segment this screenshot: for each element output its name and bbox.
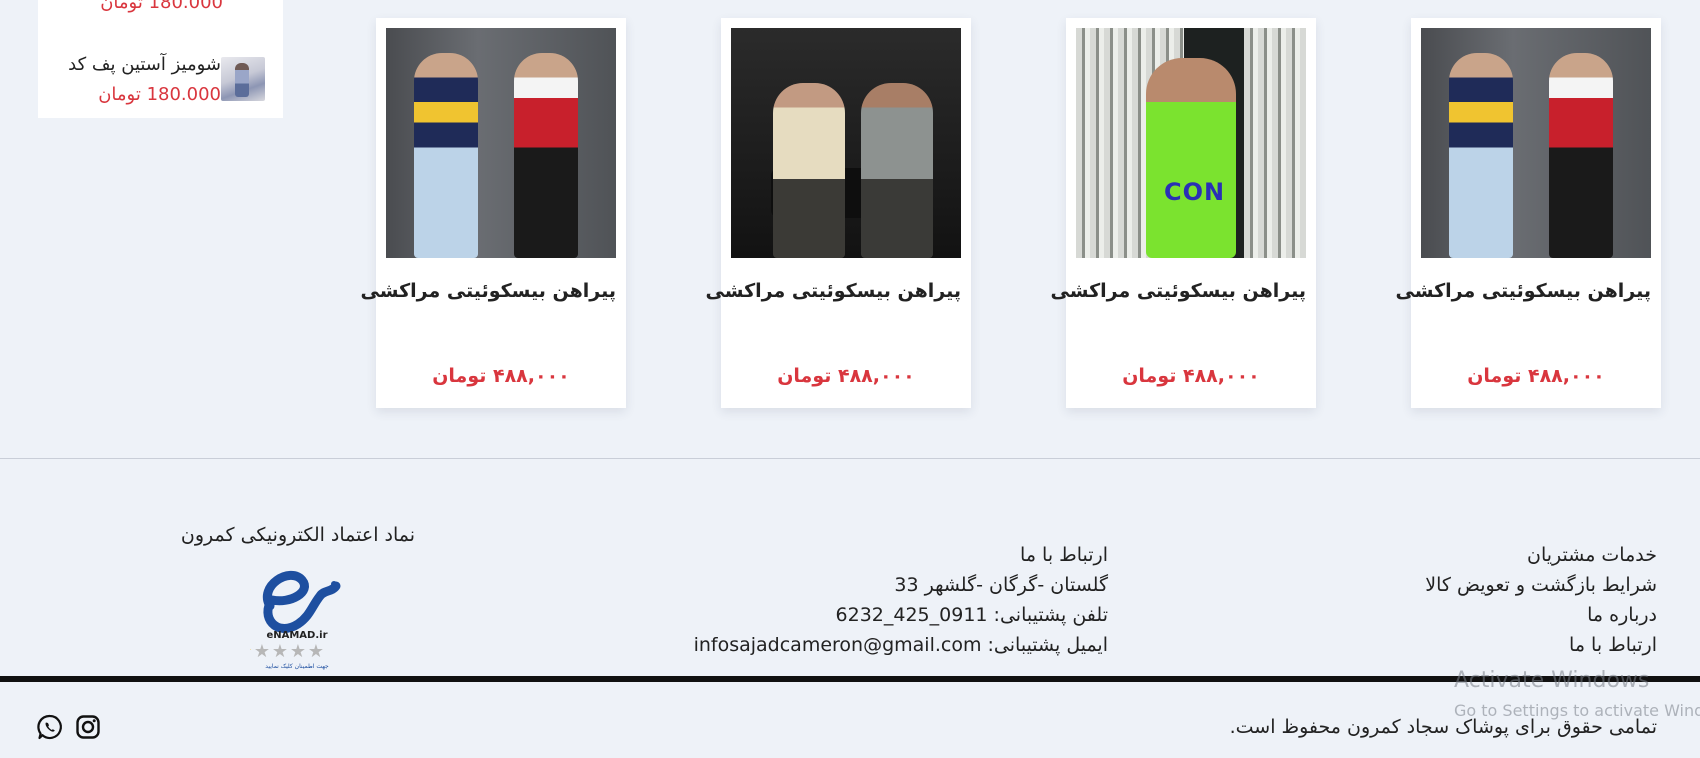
- copyright-text: تمامی حقوق برای پوشاک سجاد کمرون محفوظ ا…: [1229, 716, 1657, 738]
- footer-services: خدمات مشتریان شرایط بازگشت و تعویض کالا …: [1425, 540, 1657, 660]
- product-title[interactable]: پیراهن بیسکوئیتی مراکشی: [1051, 280, 1306, 302]
- sidebar-cut-price: 180.000 تومان: [100, 0, 223, 13]
- footer-bottom-bar: [0, 676, 1700, 682]
- footer-link-contact[interactable]: ارتباط با ما: [1425, 630, 1657, 660]
- footer-divider: [0, 458, 1700, 459]
- product-price: ۴۸۸,۰۰۰ تومان: [1467, 365, 1605, 387]
- enamad-logo-icon[interactable]: eNAMAD.ir ★ ★ ★ ★ ★ جهت اطمینان کلیک نما…: [250, 556, 344, 672]
- trust-title: نماد اعتماد الکترونیکی کمرون: [180, 524, 416, 546]
- footer-link-return-policy[interactable]: شرایط بازگشت و تعویض کالا: [1425, 570, 1657, 600]
- footer-email[interactable]: ایمیل پشتیبانی: infosajadcameron@gmail.c…: [694, 630, 1108, 660]
- enamad-logo-text: eNAMAD.ir: [266, 630, 327, 641]
- product-price: ۴۸۸,۰۰۰ تومان: [432, 365, 570, 387]
- product-price: ۴۸۸,۰۰۰ تومان: [777, 365, 915, 387]
- sidebar-product-title[interactable]: شومیز آستین پف کد: [68, 54, 221, 75]
- product-image[interactable]: [731, 28, 961, 258]
- product-card[interactable]: پیراهن بیسکوئیتی مراکشی ۴۸۸,۰۰۰ تومان: [706, 18, 971, 408]
- sidebar-widget: 180.000 تومان شومیز آستین پف کد 180.000 …: [38, 0, 283, 118]
- footer-services-heading: خدمات مشتریان: [1527, 544, 1657, 566]
- sidebar-product-thumbnail[interactable]: [221, 57, 265, 101]
- footer-contact: ارتباط با ما گلستان -گرگان -گلشهر 33 تلف…: [694, 540, 1108, 660]
- footer-link-about[interactable]: درباره ما: [1425, 600, 1657, 630]
- whatsapp-icon[interactable]: [36, 713, 64, 741]
- footer-phone: تلفن پشتیبانی: 0911_425_6232: [835, 604, 1108, 626]
- sidebar-product-price: 180.000 تومان: [98, 84, 221, 105]
- svg-text:★: ★: [290, 641, 306, 662]
- product-title[interactable]: پیراهن بیسکوئیتی مراکشی: [1396, 280, 1651, 302]
- product-image[interactable]: [1421, 28, 1651, 258]
- sidebar-product-item[interactable]: شومیز آستین پف کد 180.000 تومان: [50, 50, 265, 110]
- product-title[interactable]: پیراهن بیسکوئیتی مراکشی: [706, 280, 961, 302]
- enamad-logo-caption: جهت اطمینان کلیک نمایید: [265, 663, 329, 670]
- instagram-icon[interactable]: [74, 713, 102, 741]
- product-card[interactable]: CON پیراهن بیسکوئیتی مراکشی ۴۸۸,۰۰۰ توما…: [1051, 18, 1316, 408]
- footer-contact-heading: ارتباط با ما: [1020, 544, 1108, 566]
- product-title[interactable]: پیراهن بیسکوئیتی مراکشی: [361, 280, 616, 302]
- product-image[interactable]: CON: [1076, 28, 1306, 258]
- footer-address: گلستان -گرگان -گلشهر 33: [894, 574, 1108, 596]
- product-image[interactable]: [386, 28, 616, 258]
- svg-text:★: ★: [254, 641, 270, 662]
- social-links: [36, 713, 102, 741]
- svg-text:★: ★: [250, 641, 252, 662]
- product-price: ۴۸۸,۰۰۰ تومان: [1122, 365, 1260, 387]
- footer-trust: نماد اعتماد الکترونیکی کمرون eNAMAD.ir ★…: [178, 524, 418, 670]
- product-card[interactable]: پیراهن بیسکوئیتی مراکشی ۴۸۸,۰۰۰ تومان: [1396, 18, 1661, 408]
- product-card[interactable]: پیراهن بیسکوئیتی مراکشی ۴۸۸,۰۰۰ تومان: [361, 18, 626, 408]
- svg-text:★: ★: [308, 641, 324, 662]
- svg-text:★: ★: [272, 641, 288, 662]
